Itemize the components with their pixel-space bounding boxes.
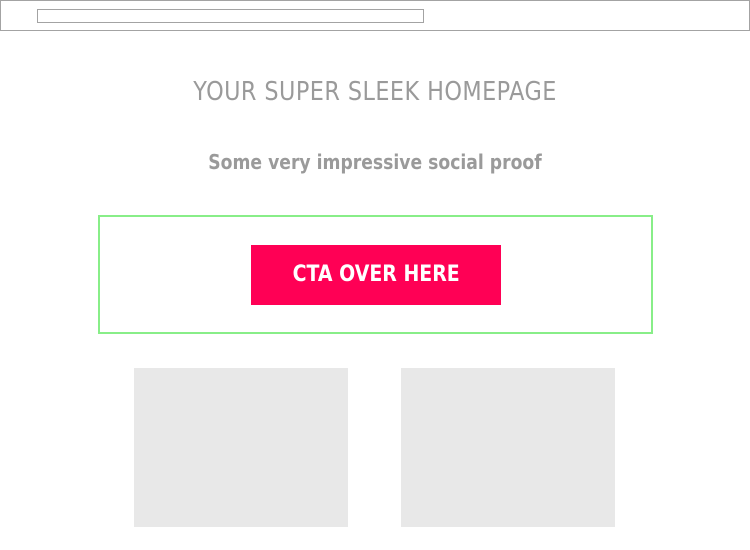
page-title: YOUR SUPER SLEEK HOMEPAGE xyxy=(193,77,557,107)
browser-toolbar xyxy=(0,0,750,31)
social-proof-text: Some very impressive social proof xyxy=(208,150,542,174)
content-placeholder-right xyxy=(401,368,615,527)
address-bar[interactable] xyxy=(37,9,424,23)
page: YOUR SUPER SLEEK HOMEPAGE Some very impr… xyxy=(0,0,750,550)
cta-button[interactable]: CTA OVER HERE xyxy=(251,245,501,305)
cta-button-label: CTA OVER HERE xyxy=(292,262,460,287)
content-placeholder-left xyxy=(134,368,348,527)
cta-section: CTA OVER HERE xyxy=(98,215,653,334)
